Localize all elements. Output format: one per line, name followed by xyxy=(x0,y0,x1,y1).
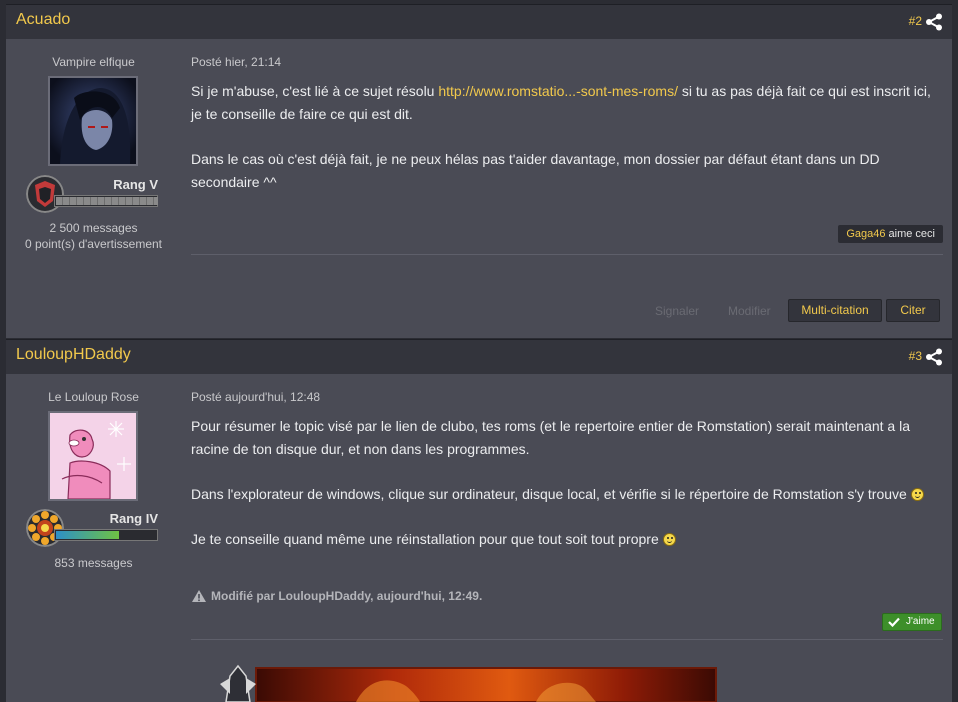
likes-summary: Gaga46 aime ceci xyxy=(838,225,943,243)
message-count: 853 messages xyxy=(54,556,133,570)
rank-label: Rang V xyxy=(113,177,158,192)
signature-image xyxy=(220,664,717,702)
user-title: Le Louloup Rose xyxy=(48,390,139,404)
post-paragraph: Si je m'abuse, c'est lié à ce sujet réso… xyxy=(191,80,943,126)
avatar-image xyxy=(50,78,136,164)
rank-badge-icon xyxy=(26,175,64,213)
edit-note-text: Modifié par LouloupHDaddy, aujourd'hui, … xyxy=(211,589,483,603)
smiley-icon xyxy=(662,533,676,546)
multiquote-button[interactable]: Multi-citation xyxy=(788,299,882,322)
warning-icon xyxy=(192,590,206,602)
signature-banner xyxy=(206,664,718,702)
post-number-link[interactable]: #3 xyxy=(909,349,922,363)
share-icon[interactable] xyxy=(925,13,943,31)
post-text: Dans l'explorateur de windows, clique su… xyxy=(191,486,911,502)
check-icon xyxy=(888,617,900,627)
message-count: 2 500 messages xyxy=(49,221,138,235)
like-button[interactable]: J'aime xyxy=(882,613,942,631)
avatar[interactable] xyxy=(48,76,138,166)
likes-text: aime ceci xyxy=(885,228,935,240)
rank-badge-icon xyxy=(26,509,64,547)
rank-indicator: Rang IV xyxy=(26,509,162,549)
post-text: Je te conseille quand même une réinstall… xyxy=(191,531,663,547)
report-button[interactable]: Signaler xyxy=(655,304,699,318)
like-button-label: J'aime xyxy=(906,616,935,627)
rank-progress-fill xyxy=(56,197,158,205)
quote-button[interactable]: Citer xyxy=(886,299,940,322)
post-body: Pour résumer le topic visé par le lien d… xyxy=(191,415,943,573)
avatar[interactable] xyxy=(48,411,138,501)
forum-thread: Acuado #2 Vampire elfique Rang V 2 500 m… xyxy=(0,0,958,702)
post-date: Posté hier, 21:14 xyxy=(191,55,282,69)
rank-indicator: Rang V xyxy=(26,175,162,215)
post-body: Si je m'abuse, c'est lié à ce sujet réso… xyxy=(191,80,943,216)
warning-points: 0 point(s) d'avertissement xyxy=(24,237,162,251)
post-paragraph: Dans le cas où c'est déjà fait, je ne pe… xyxy=(191,151,880,190)
post-number-link[interactable]: #2 xyxy=(909,14,922,28)
post-2: Acuado #2 Vampire elfique Rang V 2 500 m… xyxy=(6,4,952,338)
post-header: Acuado #2 xyxy=(6,4,952,39)
rank-progress-bar xyxy=(54,529,158,541)
author-name[interactable]: Acuado xyxy=(16,11,70,29)
share-icon[interactable] xyxy=(925,348,943,366)
edit-note: Modifié par LouloupHDaddy, aujourd'hui, … xyxy=(191,589,482,603)
post-header: LouloupHDaddy #3 xyxy=(6,339,952,374)
post-paragraph: Pour résumer le topic visé par le lien d… xyxy=(191,418,911,457)
edit-button[interactable]: Modifier xyxy=(728,304,771,318)
like-user-link[interactable]: Gaga46 xyxy=(846,228,885,240)
thread-link[interactable]: http://www.romstatio...-sont-mes-roms/ xyxy=(438,83,678,99)
smiley-icon xyxy=(910,488,924,501)
post-text: Si je m'abuse, c'est lié à ce sujet réso… xyxy=(191,83,439,99)
post-divider xyxy=(191,639,943,640)
post-3: LouloupHDaddy #3 Le Louloup Rose Rang IV… xyxy=(6,339,952,702)
rank-label: Rang IV xyxy=(109,511,158,526)
rank-progress-bar xyxy=(54,195,158,207)
post-date: Posté aujourd'hui, 12:48 xyxy=(191,390,321,404)
rank-progress-fill xyxy=(56,531,120,539)
post-paragraph: Dans l'explorateur de windows, clique su… xyxy=(191,483,943,506)
user-title: Vampire elfique xyxy=(52,55,135,69)
author-name[interactable]: LouloupHDaddy xyxy=(16,346,131,364)
post-divider xyxy=(191,254,943,255)
post-paragraph: Je te conseille quand même une réinstall… xyxy=(191,528,943,551)
avatar-image xyxy=(50,413,136,499)
